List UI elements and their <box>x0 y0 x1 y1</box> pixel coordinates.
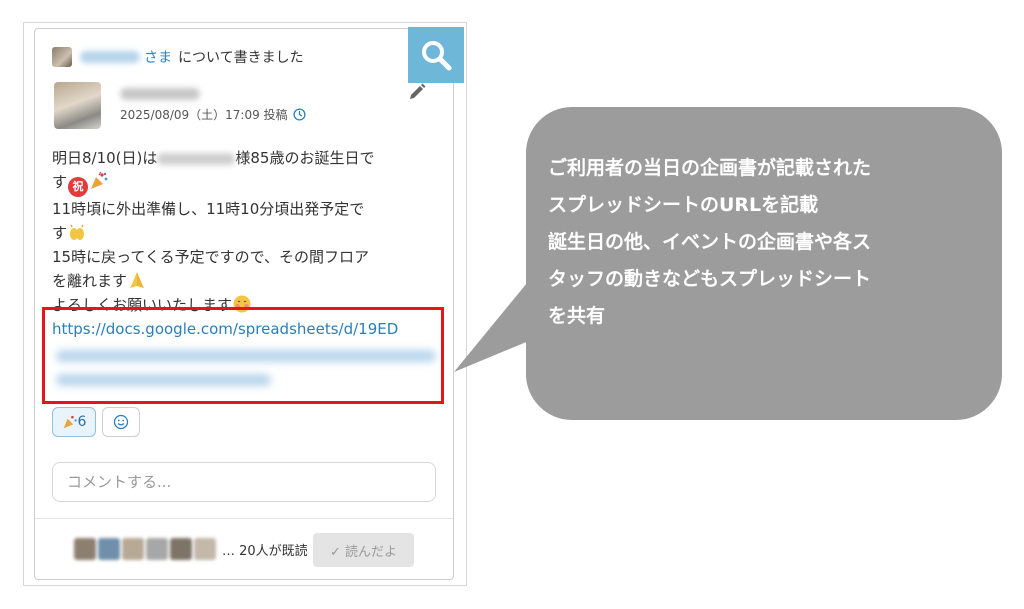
clap-icon <box>70 224 85 240</box>
party-popper-icon <box>91 171 108 189</box>
body-text-segment: す <box>52 173 68 191</box>
reader-avatar <box>74 538 96 560</box>
mark-read-button[interactable]: ✓ 読んだよ <box>313 533 414 567</box>
resident-name-redacted <box>157 152 236 165</box>
author-name-redacted <box>120 88 200 100</box>
subject-name-redacted <box>80 51 140 63</box>
clock-icon <box>293 108 306 121</box>
celebration-badge-icon: 祝 <box>68 177 89 197</box>
search-button[interactable] <box>408 27 464 83</box>
comment-input[interactable] <box>52 462 436 502</box>
callout-line: を共有 <box>548 305 606 327</box>
search-icon <box>422 41 452 71</box>
edit-button[interactable] <box>407 82 427 102</box>
callout-line: スプレッドシートのURLを記載 <box>548 194 819 216</box>
body-line: 11時頃に外出準備し、11時10分頃出発予定で <box>52 200 365 218</box>
callout-line: タッフの動きなどもスプレッドシート <box>548 268 872 290</box>
body-text-segment: 明日8/10(日)は <box>52 149 158 167</box>
body-line: す <box>52 221 440 245</box>
callout-line: ご利用者の当日の企画書が記載された <box>548 157 872 179</box>
smiley-icon <box>113 414 129 430</box>
reader-avatar <box>146 538 168 560</box>
party-reaction-button[interactable]: 6 <box>52 407 96 437</box>
party-popper-icon <box>63 415 77 429</box>
author-avatar[interactable] <box>54 82 101 129</box>
body-line: す祝 <box>52 170 440 197</box>
reader-avatar <box>122 538 144 560</box>
header-text: について書きました <box>178 50 304 66</box>
pencil-icon <box>410 83 426 99</box>
callout-text: ご利用者の当日の企画書が記載された スプレッドシートのURLを記載 誕生日の他、… <box>548 150 998 335</box>
post-meta: 2025/08/09（土）17:09 投稿 <box>120 106 306 123</box>
post-body: 明日8/10(日)は 様85歳のお誕生日で す祝 11時頃に外出準備し、11時10… <box>52 146 440 317</box>
body-line: 明日8/10(日)は 様85歳のお誕生日で <box>52 146 440 170</box>
callout-line: 誕生日の他、イベントの企画書や各ス <box>548 231 872 253</box>
readers-list[interactable]: … 20人が既読 <box>74 538 308 560</box>
body-line: 15時に戻ってくる予定ですので、その間フロア <box>52 248 369 266</box>
post-header: さま について書きました <box>52 46 304 68</box>
read-count: … 20人が既読 <box>222 543 308 559</box>
reader-avatar <box>170 538 192 560</box>
reader-avatar <box>194 538 216 560</box>
add-reaction-button[interactable] <box>102 407 140 437</box>
reader-avatar <box>98 538 120 560</box>
subject-avatar <box>52 47 72 67</box>
link-highlight-box <box>42 307 444 404</box>
pray-icon <box>130 272 145 288</box>
body-line: を離れます <box>52 269 440 293</box>
body-text-segment: す <box>52 224 68 242</box>
footer-divider <box>35 518 453 519</box>
subject-honorific[interactable]: さま <box>144 47 172 67</box>
body-text-segment: を離れます <box>52 272 128 290</box>
post-timestamp: 2025/08/09（土）17:09 投稿 <box>120 108 288 122</box>
body-text-segment: 様85歳のお誕生日で <box>235 149 375 167</box>
reaction-count: 6 <box>77 414 87 430</box>
